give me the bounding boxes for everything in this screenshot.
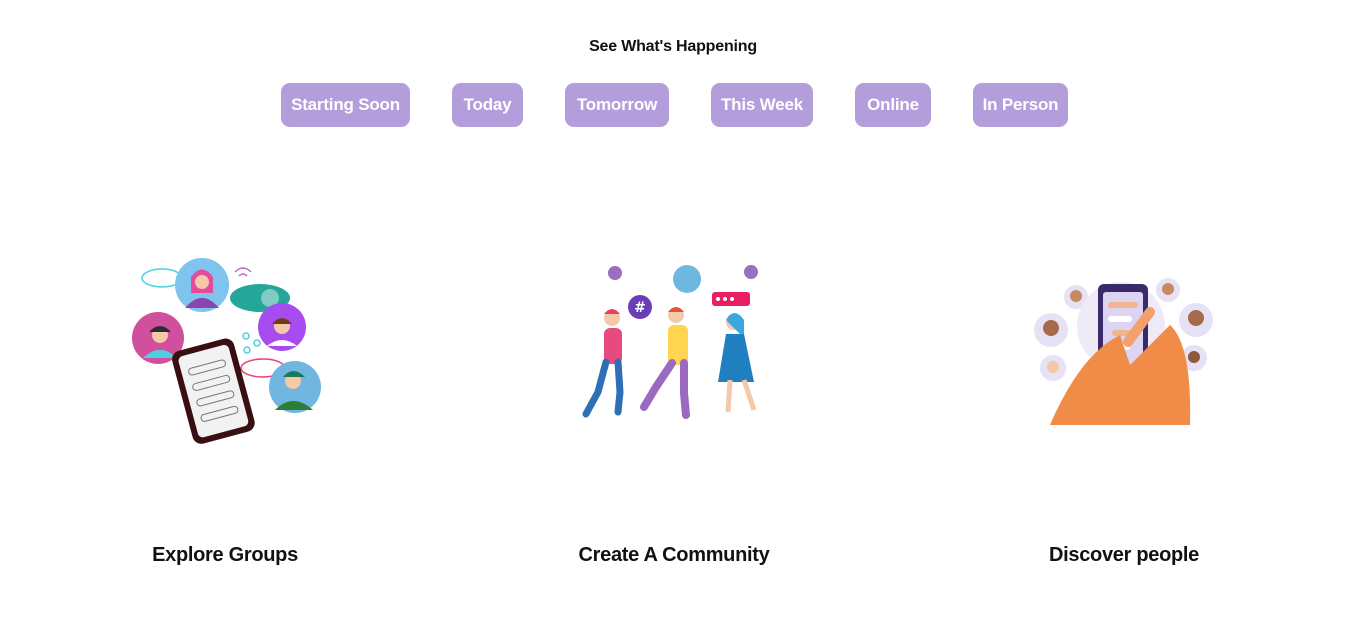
feature-title: Discover people xyxy=(1048,544,1199,566)
filter-online-button[interactable]: Online xyxy=(855,83,931,127)
filter-bar: Starting Soon Today Tomorrow This Week O… xyxy=(0,83,1346,127)
filter-starting-soon-button[interactable]: Starting Soon xyxy=(281,83,410,127)
discover-people-illustration xyxy=(1034,278,1213,425)
feature-title: Create A Community xyxy=(578,544,770,566)
filter-today-button[interactable]: Today xyxy=(452,83,523,127)
create-community-illustration: # xyxy=(582,265,758,419)
explore-groups-illustration xyxy=(132,258,321,444)
section-title: See What's Happening xyxy=(589,38,757,55)
filter-this-week-button[interactable]: This Week xyxy=(711,83,813,127)
filter-in-person-button[interactable]: In Person xyxy=(973,83,1068,127)
feature-title: Explore Groups xyxy=(152,544,298,566)
svg-text:#: # xyxy=(634,300,646,316)
feature-card-explore-groups[interactable]: Explore Groups xyxy=(105,250,345,580)
filter-tomorrow-button[interactable]: Tomorrow xyxy=(565,83,669,127)
feature-card-create-community[interactable]: # Create A Community xyxy=(554,250,794,580)
feature-card-discover-people[interactable]: Discover people xyxy=(1004,250,1244,580)
